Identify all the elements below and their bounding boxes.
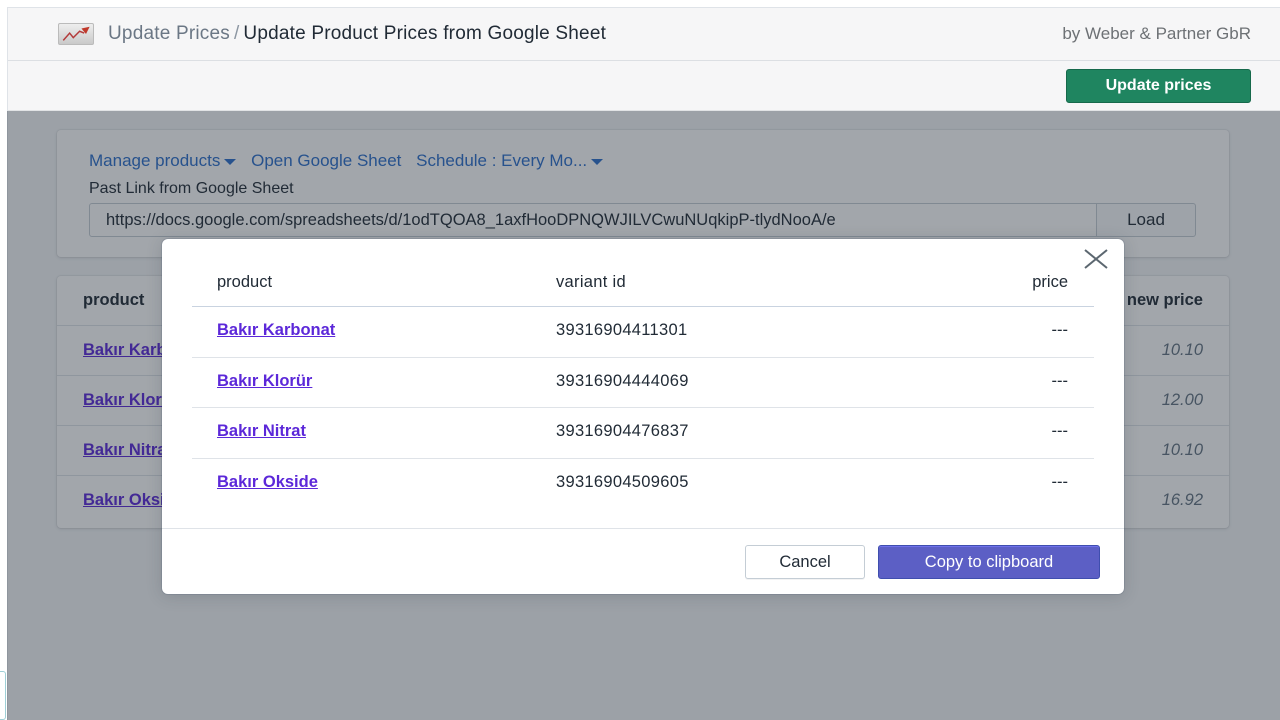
modal-table-row: Bakır Karbonat 39316904411301 --- [192, 307, 1094, 358]
top-bar: Update Prices / Update Product Prices from… [8, 8, 1280, 61]
modal-table-header: product variant id price [192, 261, 1094, 307]
cancel-button[interactable]: Cancel [745, 545, 865, 579]
breadcrumb-separator: / [233, 23, 240, 44]
update-prices-button[interactable]: Update prices [1066, 69, 1251, 103]
action-bar: Update prices [8, 61, 1280, 111]
variant-id-value: 39316904411301 [556, 321, 688, 339]
product-link[interactable]: Bakır Karbonat [217, 321, 335, 339]
trending-up-chart-icon [58, 23, 94, 45]
breadcrumb: Update Prices / Update Product Prices from… [108, 23, 606, 45]
modal-table-row: Bakır Klorür 39316904444069 --- [192, 358, 1094, 408]
copy-products-modal: product variant id price Bakır Karbonat … [162, 239, 1124, 594]
copy-to-clipboard-button[interactable]: Copy to clipboard [878, 545, 1100, 579]
variant-id-value: 39316904509605 [556, 472, 689, 491]
side-panel-handle[interactable] [0, 671, 6, 720]
variant-id-value: 39316904476837 [556, 422, 689, 440]
product-link[interactable]: Bakır Okside [217, 473, 318, 491]
column-header-variant-id: variant id [556, 273, 626, 291]
column-header-product: product [217, 273, 273, 291]
developer-byline: by Weber & Partner GbR [1062, 24, 1251, 43]
modal-table-row: Bakır Okside 39316904509605 --- [192, 459, 1094, 510]
column-header-price: price [1032, 273, 1068, 291]
product-link[interactable]: Bakır Nitrat [217, 422, 306, 440]
breadcrumb-parent-link[interactable]: Update Prices [108, 23, 230, 44]
price-value: --- [1051, 371, 1068, 390]
page-title: Update Product Prices from Google Sheet [243, 23, 607, 44]
price-value: --- [1051, 472, 1068, 491]
price-value: --- [1051, 321, 1068, 339]
price-value: --- [1051, 422, 1068, 440]
product-link[interactable]: Bakır Klorür [217, 372, 312, 390]
modal-footer: Cancel Copy to clipboard [162, 528, 1124, 594]
modal-product-table: product variant id price Bakır Karbonat … [192, 261, 1094, 509]
variant-id-value: 39316904444069 [556, 371, 689, 390]
modal-table-row: Bakır Nitrat 39316904476837 --- [192, 408, 1094, 459]
